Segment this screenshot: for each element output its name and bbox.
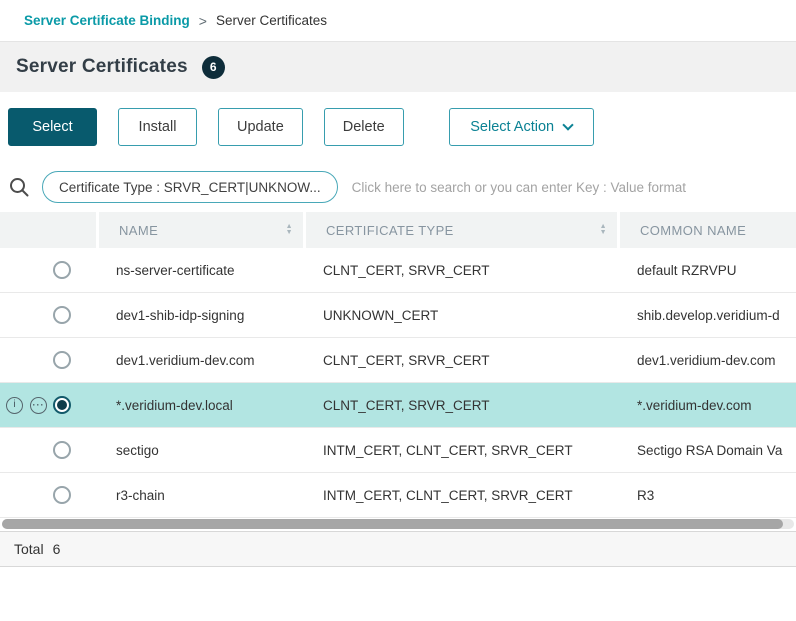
table-header: NAME ▲ ▼ CERTIFICATE TYPE ▲ ▼ COMMON NAM… (0, 212, 796, 248)
ellipsis-menu-icon[interactable]: ··· (30, 397, 47, 414)
header-select-column (0, 212, 96, 248)
row-common-name: *.veridium-dev.com (617, 398, 796, 413)
total-value: 6 (53, 541, 61, 557)
breadcrumb: Server Certificate Binding > Server Cert… (0, 0, 796, 42)
update-button[interactable]: Update (218, 108, 303, 146)
scrollbar-thumb[interactable] (2, 519, 783, 529)
table-row[interactable]: i ··· *.veridium-dev.local CLNT_CERT, SR… (0, 383, 796, 428)
total-label: Total (14, 541, 44, 557)
row-name: ns-server-certificate (96, 263, 303, 278)
row-radio[interactable] (53, 351, 71, 369)
select-action-label: Select Action (470, 119, 554, 135)
info-icon[interactable]: i (6, 397, 23, 414)
header-certificate-type-label: CERTIFICATE TYPE (326, 223, 600, 238)
sort-icon[interactable]: ▲ ▼ (286, 224, 293, 236)
row-radio[interactable] (53, 306, 71, 324)
count-badge: 6 (202, 56, 225, 79)
table-row[interactable]: i ··· r3-chain INTM_CERT, CLNT_CERT, SRV… (0, 473, 796, 518)
sort-desc-icon: ▼ (286, 230, 293, 236)
delete-button[interactable]: Delete (324, 108, 404, 146)
row-common-name: default RZRVPU (617, 263, 796, 278)
certificates-table: NAME ▲ ▼ CERTIFICATE TYPE ▲ ▼ COMMON NAM… (0, 212, 796, 518)
row-common-name: Sectigo RSA Domain Va (617, 443, 796, 458)
select-action-dropdown[interactable]: Select Action (449, 108, 594, 146)
filter-chip-certificate-type[interactable]: Certificate Type : SRVR_CERT|UNKNOW... (42, 171, 338, 203)
row-select-cell: i ··· (0, 306, 96, 324)
sort-desc-icon: ▼ (600, 230, 607, 236)
row-common-name: dev1.veridium-dev.com (617, 353, 796, 368)
row-name: r3-chain (96, 488, 303, 503)
row-select-cell: i ··· (0, 486, 96, 504)
row-radio[interactable] (53, 441, 71, 459)
row-name: *.veridium-dev.local (96, 398, 303, 413)
page: Server Certificate Binding > Server Cert… (0, 0, 796, 567)
row-name: sectigo (96, 443, 303, 458)
title-bar: Server Certificates 6 (0, 42, 796, 92)
page-title: Server Certificates (16, 56, 188, 78)
table-row[interactable]: i ··· sectigo INTM_CERT, CLNT_CERT, SRVR… (0, 428, 796, 473)
scrollbar-track[interactable] (2, 519, 794, 529)
row-common-name: R3 (617, 488, 796, 503)
row-radio[interactable] (53, 261, 71, 279)
horizontal-scrollbar[interactable] (0, 518, 796, 531)
header-name-column[interactable]: NAME ▲ ▼ (96, 212, 303, 248)
search-icon (8, 176, 30, 198)
row-certificate-type: CLNT_CERT, SRVR_CERT (303, 398, 617, 413)
table-row[interactable]: i ··· dev1.veridium-dev.com CLNT_CERT, S… (0, 338, 796, 383)
row-radio[interactable] (53, 486, 71, 504)
row-select-cell: i ··· (0, 351, 96, 369)
install-button[interactable]: Install (118, 108, 197, 146)
search-input[interactable] (350, 179, 788, 196)
header-common-name-column[interactable]: COMMON NAME ▲ ▼ (617, 212, 796, 248)
row-select-cell: i ··· (0, 261, 96, 279)
breadcrumb-current: Server Certificates (216, 13, 327, 28)
breadcrumb-separator-icon: > (199, 13, 207, 29)
chevron-down-icon (562, 119, 573, 130)
breadcrumb-link-server-certificate-binding[interactable]: Server Certificate Binding (24, 13, 190, 28)
row-certificate-type: CLNT_CERT, SRVR_CERT (303, 263, 617, 278)
sort-icon[interactable]: ▲ ▼ (600, 224, 607, 236)
row-name: dev1-shib-idp-signing (96, 308, 303, 323)
row-select-cell: i ··· (0, 396, 96, 414)
table-body: i ··· ns-server-certificate CLNT_CERT, S… (0, 248, 796, 518)
table-row[interactable]: i ··· ns-server-certificate CLNT_CERT, S… (0, 248, 796, 293)
row-common-name: shib.develop.veridium-d (617, 308, 796, 323)
header-name-label: NAME (119, 223, 286, 238)
total-bar: Total 6 (0, 531, 796, 567)
row-certificate-type: CLNT_CERT, SRVR_CERT (303, 353, 617, 368)
table-row[interactable]: i ··· dev1-shib-idp-signing UNKNOWN_CERT… (0, 293, 796, 338)
row-select-cell: i ··· (0, 441, 96, 459)
toolbar: Select Install Update Delete Select Acti… (0, 92, 796, 162)
header-common-name-label: COMMON NAME (640, 223, 796, 238)
search-bar: Certificate Type : SRVR_CERT|UNKNOW... (0, 162, 796, 212)
row-certificate-type: INTM_CERT, CLNT_CERT, SRVR_CERT (303, 488, 617, 503)
row-name: dev1.veridium-dev.com (96, 353, 303, 368)
header-certificate-type-column[interactable]: CERTIFICATE TYPE ▲ ▼ (303, 212, 617, 248)
row-certificate-type: INTM_CERT, CLNT_CERT, SRVR_CERT (303, 443, 617, 458)
row-certificate-type: UNKNOWN_CERT (303, 308, 617, 323)
row-radio[interactable] (53, 396, 71, 414)
select-button[interactable]: Select (8, 108, 97, 146)
